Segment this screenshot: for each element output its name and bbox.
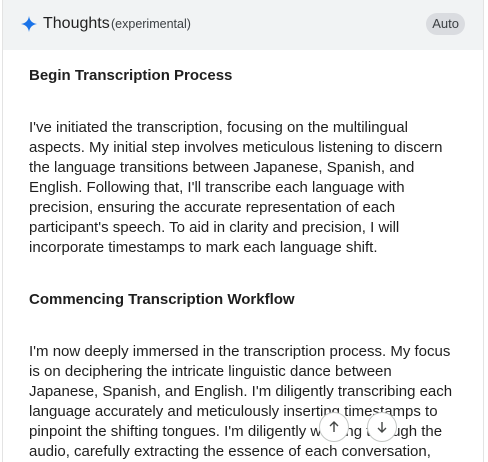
arrow-down-icon (377, 422, 387, 433)
auto-toggle-button[interactable]: Auto (426, 13, 465, 35)
section-heading: Commencing Transcription Workflow (29, 291, 295, 308)
thoughts-header[interactable]: Thoughts (experimental) Auto (3, 0, 483, 50)
section-body: I've initiated the transcription, focusi… (29, 119, 443, 256)
section-body: I'm now deeply immersed in the transcrip… (29, 343, 453, 460)
thoughts-title: Thoughts (43, 15, 110, 32)
section-heading: Begin Transcription Process (29, 67, 233, 84)
experimental-label: (experimental) (111, 17, 191, 31)
scroll-down-button[interactable] (367, 412, 397, 442)
scroll-up-button[interactable] (319, 412, 349, 442)
arrow-up-icon (329, 421, 339, 432)
sparkle-icon (21, 16, 37, 32)
thoughts-panel: Thoughts (experimental) Auto Begin Trans… (2, 0, 484, 462)
